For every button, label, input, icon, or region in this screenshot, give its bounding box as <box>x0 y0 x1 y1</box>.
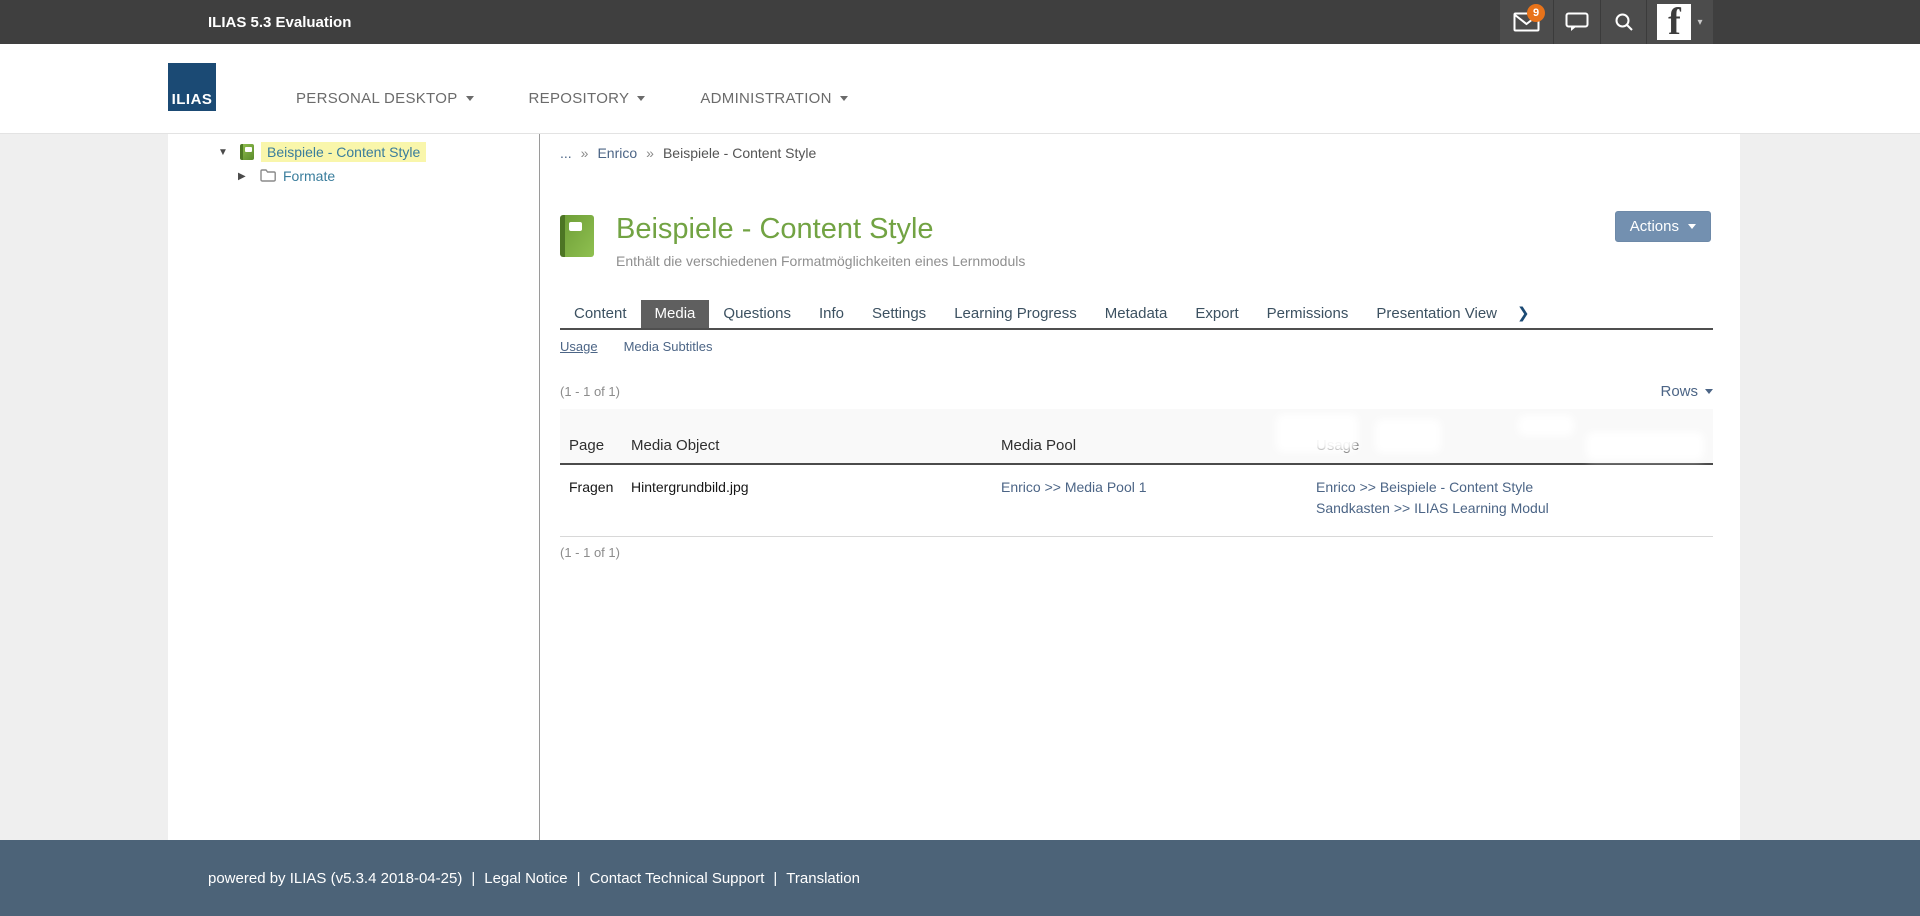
tab-export[interactable]: Export <box>1181 300 1252 328</box>
tree-expander-open-icon[interactable]: ▼ <box>218 147 230 158</box>
top-bar: ILIAS 5.3 Evaluation 9 f ▾ <box>0 0 1920 44</box>
chevron-right-icon[interactable]: ❯ <box>1511 300 1536 328</box>
tree-item-folder: ▶ Formate <box>168 165 539 187</box>
legal-notice-link[interactable]: Legal Notice <box>484 870 567 887</box>
page-header: Beispiele - Content Style Enthält die ve… <box>560 212 1713 269</box>
footer-bar: powered by ILIAS (v5.3.4 2018-04-25) | L… <box>0 840 1920 916</box>
subtab-bar: Usage Media Subtitles <box>560 339 1713 354</box>
chat-icon <box>1565 12 1589 32</box>
learning-module-icon-large <box>560 215 594 257</box>
footer-separator: | <box>471 870 475 887</box>
breadcrumb: ... » Enrico » Beispiele - Content Style <box>560 145 1713 161</box>
breadcrumb-separator: » <box>646 145 654 161</box>
tab-bar: Content Media Questions Info Settings Le… <box>560 300 1713 330</box>
search-button[interactable] <box>1600 0 1646 44</box>
subtab-usage[interactable]: Usage <box>560 339 598 354</box>
table-controls: (1 - 1 of 1) Rows <box>560 383 1713 400</box>
tab-permissions[interactable]: Permissions <box>1253 300 1363 328</box>
user-avatar: f <box>1657 4 1691 40</box>
learning-module-icon <box>240 144 254 160</box>
tab-content[interactable]: Content <box>560 300 641 328</box>
mail-count-badge: 9 <box>1527 4 1545 22</box>
subtab-media-subtitles[interactable]: Media Subtitles <box>624 339 713 354</box>
breadcrumb-separator: » <box>581 145 589 161</box>
powered-by-text: powered by ILIAS (v5.3.4 2018-04-25) <box>208 870 462 887</box>
menu-personal-desktop[interactable]: PERSONAL DESKTOP <box>296 90 474 109</box>
blurred-area <box>1375 419 1441 453</box>
tab-info[interactable]: Info <box>805 300 858 328</box>
ilias-logo[interactable]: ILIAS <box>168 63 216 111</box>
folder-icon <box>260 168 276 185</box>
page-subtitle: Enthält die verschiedenen Formatmöglichk… <box>616 253 1025 269</box>
column-header-page: Page <box>569 437 631 454</box>
tab-questions[interactable]: Questions <box>709 300 805 328</box>
translation-link[interactable]: Translation <box>786 870 860 887</box>
tab-metadata[interactable]: Metadata <box>1091 300 1182 328</box>
tree-item-learning-module: ▼ Beispiele - Content Style <box>168 141 539 163</box>
breadcrumb-enrico-link[interactable]: Enrico <box>597 145 637 161</box>
main-menu: PERSONAL DESKTOP REPOSITORY ADMINISTRATI… <box>296 90 903 109</box>
mail-button[interactable]: 9 <box>1500 0 1553 44</box>
pagination-info-bottom: (1 - 1 of 1) <box>560 545 1713 560</box>
table-header-row: Page Media Object Media Pool Usage <box>560 409 1713 465</box>
main-nav-bar: ILIAS PERSONAL DESKTOP REPOSITORY ADMINI… <box>0 44 1920 134</box>
page-title: Beispiele - Content Style <box>616 212 1025 246</box>
breadcrumb-current[interactable]: Beispiele - Content Style <box>663 145 816 161</box>
tab-presentation-view[interactable]: Presentation View <box>1362 300 1511 328</box>
usage-link-1[interactable]: Enrico >> Beispiele - Content Style <box>1316 479 1713 496</box>
menu-administration[interactable]: ADMINISTRATION <box>700 90 847 109</box>
user-menu-button[interactable]: f ▾ <box>1646 0 1713 44</box>
page-body: ▼ Beispiele - Content Style ▶ Formate ..… <box>0 134 1920 840</box>
tab-settings[interactable]: Settings <box>858 300 940 328</box>
content-container: ▼ Beispiele - Content Style ▶ Formate ..… <box>168 134 1740 840</box>
blurred-area <box>1586 432 1704 460</box>
column-header-media-object: Media Object <box>631 437 1001 454</box>
footer-separator: | <box>577 870 581 887</box>
actions-button[interactable]: Actions <box>1615 211 1711 242</box>
footer-separator: | <box>773 870 777 887</box>
rows-dropdown[interactable]: Rows <box>1660 383 1713 400</box>
media-pool-link[interactable]: Enrico >> Media Pool 1 <box>1001 479 1316 495</box>
chat-button[interactable] <box>1553 0 1600 44</box>
breadcrumb-ellipsis-link[interactable]: ... <box>560 145 572 161</box>
cell-usage: Enrico >> Beispiele - Content Style Sand… <box>1316 479 1713 521</box>
topbar-icon-group: 9 f ▾ <box>1500 0 1713 44</box>
chevron-down-icon: ▾ <box>1697 17 1702 28</box>
media-usage-table: Page Media Object Media Pool Usage Frage… <box>560 409 1713 537</box>
column-header-media-pool: Media Pool <box>1001 437 1316 454</box>
chevron-down-icon <box>637 96 645 101</box>
tree-expander-closed-icon[interactable]: ▶ <box>238 171 250 182</box>
tab-learning-progress[interactable]: Learning Progress <box>940 300 1091 328</box>
contact-support-link[interactable]: Contact Technical Support <box>590 870 765 887</box>
search-icon <box>1614 12 1634 32</box>
blurred-area <box>1518 415 1574 436</box>
tree-link-formate[interactable]: Formate <box>283 168 335 184</box>
main-content: ... » Enrico » Beispiele - Content Style… <box>540 134 1740 840</box>
chevron-down-icon <box>1705 389 1713 394</box>
repository-tree: ▼ Beispiele - Content Style ▶ Formate <box>168 134 540 840</box>
cell-media-object: Hintergrundbild.jpg <box>631 479 1001 495</box>
cell-page: Fragen <box>569 479 631 495</box>
usage-link-2[interactable]: Sandkasten >> ILIAS Learning Modul <box>1316 500 1713 517</box>
installation-title: ILIAS 5.3 Evaluation <box>0 14 351 31</box>
chevron-down-icon <box>466 96 474 101</box>
chevron-down-icon <box>840 96 848 101</box>
menu-repository[interactable]: REPOSITORY <box>529 90 646 109</box>
table-row: Fragen Hintergrundbild.jpg Enrico >> Med… <box>560 465 1713 537</box>
cell-media-pool: Enrico >> Media Pool 1 <box>1001 479 1316 495</box>
tab-media[interactable]: Media <box>641 300 710 328</box>
tree-link-current[interactable]: Beispiele - Content Style <box>261 142 426 162</box>
chevron-down-icon <box>1688 224 1696 229</box>
pagination-info: (1 - 1 of 1) <box>560 384 620 399</box>
blurred-area <box>1276 414 1358 452</box>
